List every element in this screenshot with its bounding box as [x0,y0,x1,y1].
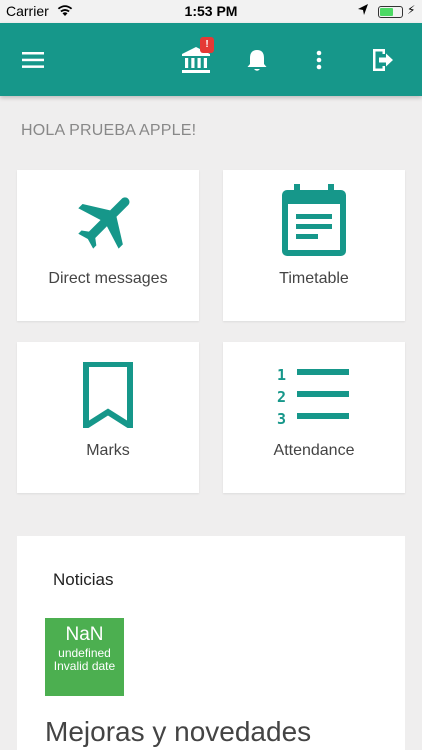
battery-icon [378,6,403,18]
news-card: Noticias NaN undefined Invalid date Mejo… [17,536,405,750]
greeting-text: HOLA PRUEBA APPLE! [21,122,197,139]
tile-timetable[interactable]: Timetable [223,170,405,321]
more-vertical-icon[interactable] [304,23,334,96]
date-badge-year: Invalid date [53,659,116,673]
svg-text:3: 3 [277,410,286,426]
bookmark-icon [17,362,199,428]
news-section-title: Noticias [53,570,114,589]
svg-text:2: 2 [277,388,286,406]
bank-icon[interactable]: ! [174,23,218,96]
tile-label: Direct messages [48,270,168,287]
tile-label: Marks [86,442,130,459]
charging-icon: ⚡ [407,3,416,17]
app-bar: ! [0,23,422,96]
tile-attendance[interactable]: 1 2 3 Attendance [223,342,405,493]
location-arrow-icon [357,3,369,20]
numbered-list-icon: 1 2 3 [223,366,405,426]
menu-icon[interactable] [16,23,50,96]
tile-marks[interactable]: Marks [17,342,199,493]
logout-icon[interactable] [362,23,402,96]
tile-label: Attendance [273,442,355,459]
svg-text:1: 1 [277,366,286,384]
date-badge: NaN undefined Invalid date [45,618,124,696]
tile-direct-messages[interactable]: Direct messages [17,170,199,321]
calendar-icon [223,184,405,258]
news-headline[interactable]: Mejoras y novedades [45,714,385,750]
status-bar: Carrier 1:53 PM ⚡ [0,0,422,23]
bell-icon[interactable] [238,23,276,96]
notification-badge: ! [200,37,214,53]
tile-label: Timetable [279,270,349,287]
date-badge-day: NaN [65,624,104,645]
airplane-icon [17,185,199,257]
